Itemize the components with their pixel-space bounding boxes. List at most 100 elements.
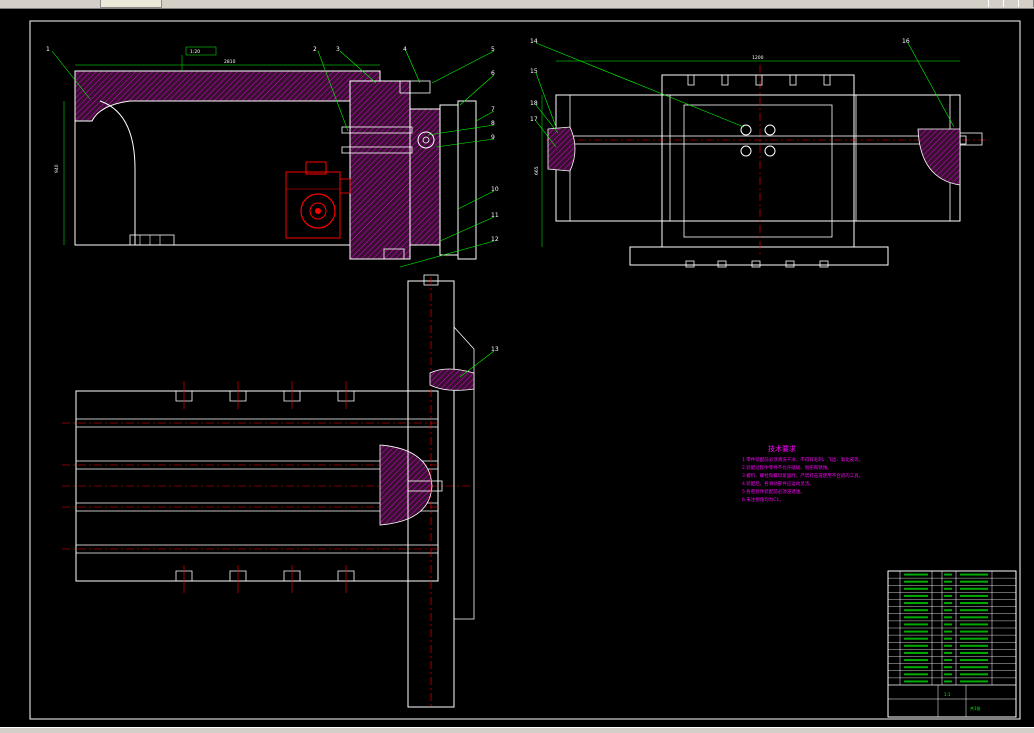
bom-cell-text [944,587,952,590]
bom-cell-text [904,587,928,590]
bearing-housing-right [917,128,961,186]
note-line-2: 2.装配过程中零件不允许磕碰、划伤和锈蚀。 [742,464,832,471]
note-line-5: 5.各密封件装配前必须浸透油。 [742,488,805,495]
bom-cell-text [904,630,928,633]
bom-cell-text [904,680,928,683]
dim-height: 940 [54,164,60,173]
balloon-13: 13 [491,346,499,353]
drawing-border [29,20,1021,720]
frame-arm-section [74,70,381,122]
bom-cell-text [960,609,988,612]
note-line-4: 4.装配后，各滑动部件应运动灵活。 [742,480,814,487]
status-bar [0,727,1034,733]
balloon-16: 16 [902,38,910,45]
bom-cell-text [960,673,988,676]
clamp-section [429,368,475,391]
bom-cell-text [904,666,928,669]
bom-cell-text [960,637,988,640]
bom-cell-text [960,630,988,633]
bom-cell-text [944,659,952,662]
guide-rail [457,100,477,260]
plan-view: 13 [62,274,499,708]
balloon-1: 1 [46,46,50,53]
bearing-housing-left [547,126,576,172]
bom-cell-text [960,573,988,576]
balloon-9: 9 [491,134,495,141]
dim-right-height: 665 [534,166,540,175]
bom-cell-text [960,616,988,619]
bom-cell-text [960,580,988,583]
frame-body-outline [74,101,351,246]
balloon-12: 12 [491,236,499,243]
bom-cell-text [944,609,952,612]
bom-cell-text [904,602,928,605]
balloon-15: 15 [530,68,538,75]
balloon-17: 17 [530,116,538,123]
slide-section [409,108,441,246]
bom-cell-text [944,673,952,676]
bom-cell-text [904,659,928,662]
bom-cell-text [904,573,928,576]
bom-cell-text [944,680,952,683]
bom-cell-text [944,644,952,647]
bom-cell-text [960,680,988,683]
bom-cell-text [904,623,928,626]
restore-button[interactable] [1003,0,1019,7]
bom-cell-text [904,609,928,612]
close-button[interactable] [1018,0,1034,7]
bom-cell-text [944,666,952,669]
balloon-7: 7 [491,106,495,113]
note-line-1: 1.零件装配前必须清洗干净，不得有毛刺、飞边、氧化皮等。 [742,456,863,463]
bom-cell-text [960,651,988,654]
table-outline [555,94,961,222]
bom-cell-text [960,602,988,605]
nut-housing-section [379,444,433,526]
frame-web-curve [99,100,136,245]
notes-title: 技术要求 [768,444,796,453]
bom-cell-text [904,594,928,597]
bom-cell-text [960,587,988,590]
guide-plate [439,104,459,256]
technical-notes: 技术要求 1.零件装配前必须清洗干净，不得有毛刺、飞边、氧化皮等。 2.装配过程… [742,444,863,503]
bom-cell-text [944,602,952,605]
balloon-8: 8 [491,120,495,127]
column-section [349,80,411,260]
minimize-button[interactable] [988,0,1004,7]
bom-cell-text [904,644,928,647]
dim-right-width: 1200 [752,55,764,61]
frame-foot [129,234,175,246]
bom-cell-text [904,673,928,676]
bom-cell-text [904,651,928,654]
title-sheet: 共1张 [970,705,981,711]
bom-cell-text [904,637,928,640]
drive-motor [285,161,351,239]
bom-cell-text [960,659,988,662]
bom-cell-text [944,580,952,583]
balloon-10: 10 [491,186,499,193]
dim-scale-note: 1:20 [190,49,200,55]
bom-cell-text [944,637,952,640]
bom-cell-text [944,630,952,633]
cad-drawing-canvas[interactable]: 2810 1:20 940 1 2 3 4 5 6 7 8 9 10 11 12… [0,9,1034,727]
balloon-18: 18 [530,100,538,107]
bom-cell-text [944,616,952,619]
bom-cell-text [944,573,952,576]
note-line-3: 3.螺钉、螺栓和螺母紧固时，严禁打击或使用不合适的工具。 [742,472,863,479]
balloon-3: 3 [336,46,340,53]
bom-cell-text [944,594,952,597]
bom-cell-text [904,616,928,619]
balloon-4: 4 [403,46,407,53]
title-scale: 1:1 [944,692,951,697]
balloon-14: 14 [530,38,538,45]
window-top-bar [0,0,1034,9]
base-plate [629,246,889,266]
balloon-5: 5 [491,46,495,53]
side-view: 1200 665 14 16 15 18 17 [530,38,990,268]
bom-cell-text [904,580,928,583]
title-block: 1:1 共1张 [887,570,1017,718]
front-view: 2810 1:20 940 1 2 3 4 5 6 7 8 9 10 11 12 [46,46,499,268]
balloon-2: 2 [313,46,317,53]
drawing-tab[interactable] [100,0,162,8]
dim-width: 2810 [224,59,236,65]
note-line-6: 6.未注倒角均为C1。 [742,496,784,503]
